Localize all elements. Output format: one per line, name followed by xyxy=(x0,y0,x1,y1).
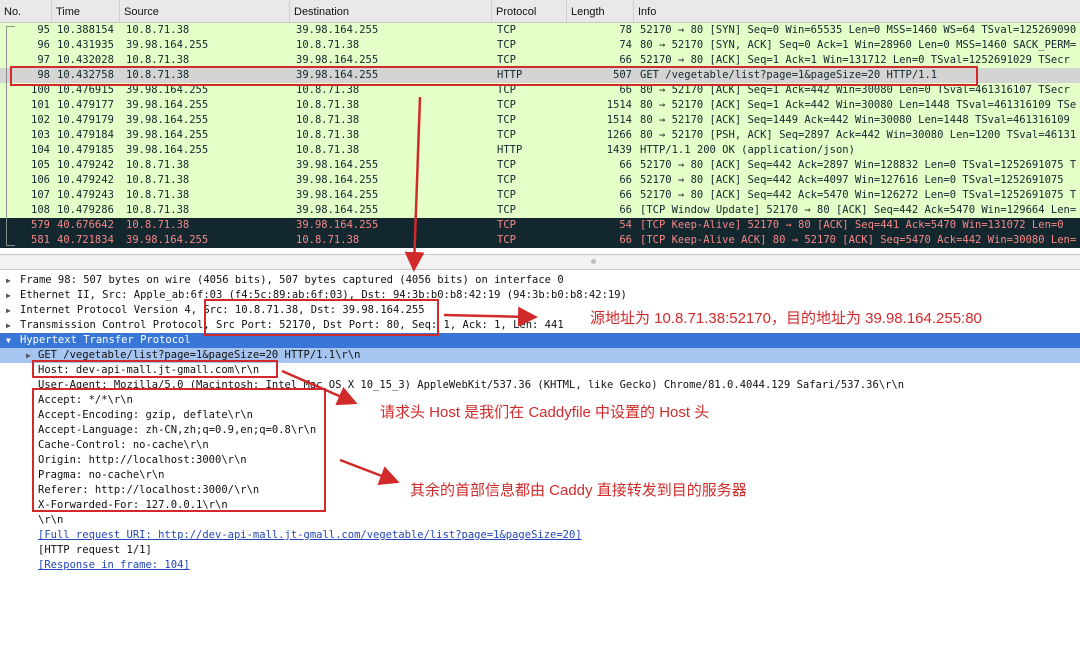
arrow-address xyxy=(443,306,538,327)
arrow-headers xyxy=(339,458,400,485)
annotation-arrows xyxy=(281,96,538,485)
arrow-down xyxy=(404,96,425,272)
annotation-host-note: 请求头 Host 是我们在 Caddyfile 中设置的 Host 头 xyxy=(380,404,710,421)
annotation-rest-note: 其余的首部信息都由 Caddy 直接转发到目的服务器 xyxy=(410,482,747,499)
arrow-host xyxy=(281,369,358,406)
annotation-address-note: 源地址为 10.8.71.38:52170，目的地址为 39.98.164.25… xyxy=(590,310,982,327)
